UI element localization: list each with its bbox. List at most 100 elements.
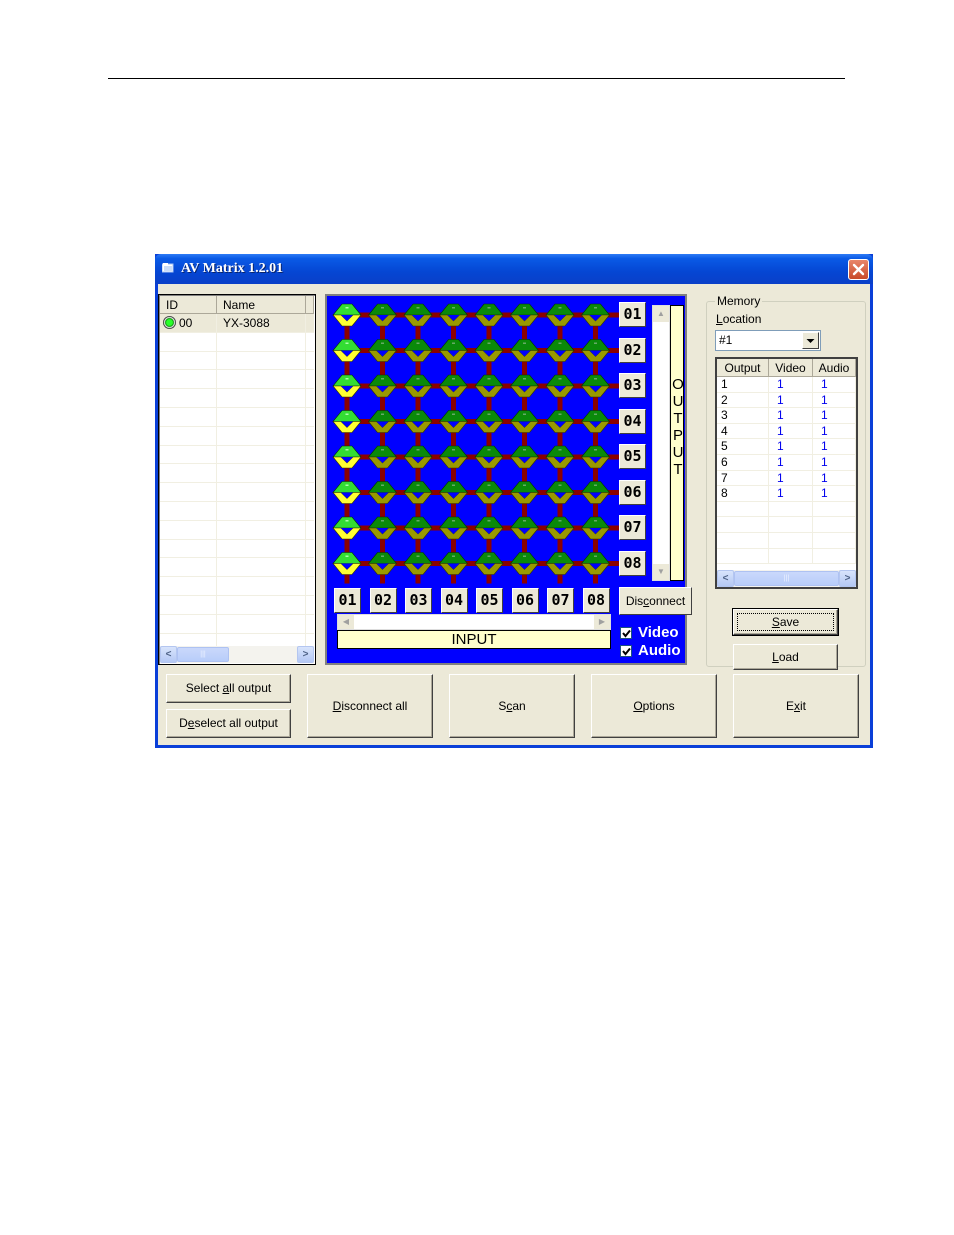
- crosspoint-node-icon[interactable]: [438, 481, 469, 504]
- crosspoint-node-icon[interactable]: [580, 339, 611, 362]
- title-bar[interactable]: AV Matrix 1.2.01: [155, 254, 873, 284]
- crosspoint-node-icon[interactable]: [474, 374, 504, 398]
- input-button-01[interactable]: 01: [334, 588, 361, 613]
- crosspoint-node-icon[interactable]: [580, 445, 611, 469]
- crosspoint-node-icon[interactable]: [403, 410, 433, 433]
- audio-checkbox[interactable]: Audio: [620, 642, 681, 659]
- crosspoint-node-icon[interactable]: [545, 303, 575, 327]
- crosspoint-node-icon[interactable]: [438, 516, 469, 540]
- column-header-id[interactable]: ID: [160, 296, 217, 314]
- memory-table[interactable]: Output Video Audio 111211311411511611711…: [715, 357, 858, 589]
- crosspoint-node-icon[interactable]: [474, 516, 504, 540]
- crosspoint-node-icon[interactable]: [367, 339, 398, 362]
- crosspoint-node-icon[interactable]: [545, 374, 575, 398]
- output-button-03[interactable]: 03: [619, 373, 646, 398]
- memory-row[interactable]: 311: [717, 408, 856, 424]
- crosspoint-node-icon[interactable]: [545, 445, 575, 469]
- crosspoint-node-icon[interactable]: [367, 410, 398, 433]
- crosspoint-node-icon[interactable]: [332, 303, 362, 327]
- output-button-05[interactable]: 05: [619, 444, 646, 469]
- crosspoint-node-icon[interactable]: [580, 481, 611, 504]
- crosspoint-node-icon[interactable]: [438, 374, 469, 398]
- disconnect-all-button[interactable]: Disconnect all: [307, 674, 433, 738]
- crosspoint-node-icon[interactable]: [332, 374, 362, 398]
- crosspoint-node-icon[interactable]: [332, 445, 362, 469]
- input-button-07[interactable]: 07: [547, 588, 574, 613]
- dropdown-arrow-button[interactable]: [802, 332, 819, 349]
- deselect-all-output-button[interactable]: Deselect all output: [166, 709, 291, 738]
- disconnect-button[interactable]: Disconnect: [619, 587, 692, 615]
- crosspoint-node-icon[interactable]: [438, 303, 469, 327]
- memory-row[interactable]: 611: [717, 454, 856, 471]
- input-button-06[interactable]: 06: [511, 588, 539, 613]
- scroll-left-arrow-icon[interactable]: <: [160, 646, 177, 663]
- column-header-audio[interactable]: Audio: [813, 359, 856, 377]
- crosspoint-node-icon[interactable]: [403, 445, 433, 469]
- scroll-thumb[interactable]: |||: [177, 647, 229, 662]
- crosspoint-node-icon[interactable]: [545, 410, 575, 433]
- crosspoint-node-icon[interactable]: [474, 410, 504, 433]
- crosspoint-node-icon[interactable]: [474, 339, 504, 362]
- load-button[interactable]: Load: [733, 644, 838, 670]
- scroll-left-arrow-icon[interactable]: <: [717, 570, 734, 587]
- crosspoint-node-icon[interactable]: [545, 516, 575, 540]
- output-button-08[interactable]: 08: [619, 550, 646, 576]
- crosspoint-node-icon[interactable]: [545, 339, 575, 362]
- column-header-output[interactable]: Output: [717, 359, 769, 377]
- scroll-right-arrow-icon[interactable]: >: [839, 570, 856, 587]
- crosspoint-node-icon[interactable]: [545, 481, 575, 504]
- save-button[interactable]: Save: [732, 608, 839, 636]
- memory-row[interactable]: 211: [717, 392, 856, 409]
- crosspoint-node-icon[interactable]: [580, 303, 611, 327]
- crosspoint-node-icon[interactable]: [332, 552, 362, 575]
- crosspoint-node-icon[interactable]: [474, 552, 504, 575]
- input-button-02[interactable]: 02: [369, 588, 397, 613]
- crosspoint-node-icon[interactable]: [509, 303, 540, 327]
- crosspoint-node-icon[interactable]: [509, 410, 540, 433]
- scan-button[interactable]: Scan: [449, 674, 575, 738]
- crosspoint-node-icon[interactable]: [509, 339, 540, 362]
- scroll-up-arrow-icon[interactable]: ▲: [653, 306, 669, 322]
- crosspoint-node-icon[interactable]: [403, 303, 433, 327]
- crosspoint-node-icon[interactable]: [403, 374, 433, 398]
- crosspoint-node-icon[interactable]: [580, 552, 611, 575]
- crosspoint-node-icon[interactable]: [509, 552, 540, 575]
- memory-row[interactable]: 111: [717, 377, 856, 393]
- output-vscrollbar[interactable]: ▲ ▼: [652, 305, 670, 581]
- exit-button[interactable]: Exit: [733, 674, 859, 738]
- crosspoint-node-icon[interactable]: [367, 303, 398, 327]
- crosspoint-node-icon[interactable]: [580, 410, 611, 433]
- scroll-right-arrow-icon[interactable]: ▶: [594, 615, 610, 629]
- device-row[interactable]: 00 YX-3088: [160, 314, 314, 333]
- crosspoint-node-icon[interactable]: [403, 481, 433, 504]
- crosspoint-node-icon[interactable]: [438, 410, 469, 433]
- crosspoint-node-icon[interactable]: [580, 516, 611, 540]
- column-header-video[interactable]: Video: [769, 359, 813, 377]
- scroll-thumb[interactable]: |||: [734, 571, 839, 586]
- crosspoint-node-icon[interactable]: [438, 445, 469, 469]
- crosspoint-node-icon[interactable]: [474, 481, 504, 504]
- memory-table-hscrollbar[interactable]: < ||| >: [717, 570, 856, 587]
- output-button-07[interactable]: 07: [619, 515, 646, 540]
- input-button-05[interactable]: 05: [476, 588, 503, 613]
- crosspoint-node-icon[interactable]: [474, 303, 504, 327]
- device-list-hscrollbar[interactable]: < ||| >: [160, 646, 314, 663]
- output-button-02[interactable]: 02: [619, 337, 646, 363]
- output-button-01[interactable]: 01: [619, 302, 646, 327]
- crosspoint-node-icon[interactable]: [474, 445, 504, 469]
- crosspoint-node-icon[interactable]: [332, 410, 362, 433]
- input-button-08[interactable]: 08: [582, 588, 610, 613]
- select-all-output-button[interactable]: Select all output: [166, 674, 291, 703]
- output-button-04[interactable]: 04: [619, 408, 646, 434]
- memory-row[interactable]: 711: [717, 470, 856, 487]
- input-button-04[interactable]: 04: [440, 588, 468, 613]
- memory-row[interactable]: 811: [717, 486, 856, 502]
- close-button[interactable]: [848, 259, 869, 280]
- input-button-03[interactable]: 03: [405, 588, 432, 613]
- crosspoint-node-icon[interactable]: [438, 552, 469, 575]
- crosspoint-node-icon[interactable]: [403, 339, 433, 362]
- crosspoint-node-icon[interactable]: [403, 516, 433, 540]
- crosspoint-node-icon[interactable]: [403, 552, 433, 575]
- crosspoint-node-icon[interactable]: [332, 516, 362, 540]
- crosspoint-node-icon[interactable]: [545, 552, 575, 575]
